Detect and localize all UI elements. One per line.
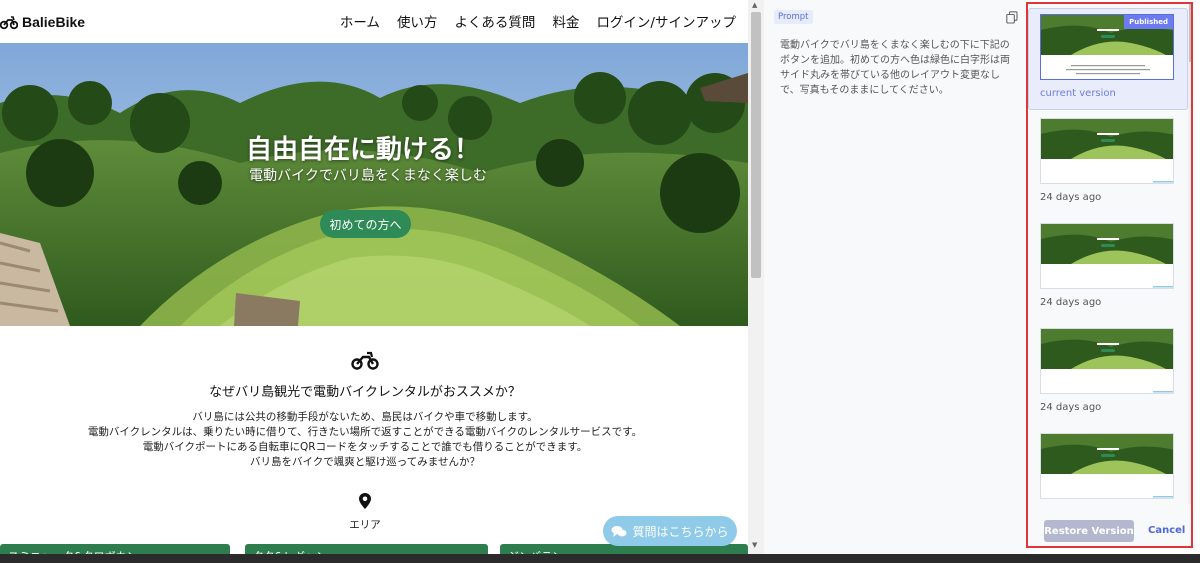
chat-bubble-icon (611, 525, 627, 537)
version-history-panel: Published current version 24 days ago 24… (1026, 2, 1193, 548)
copy-icon[interactable] (1006, 11, 1018, 24)
brand[interactable]: BalieBike (0, 14, 85, 30)
thumbnail-preview-image (1041, 224, 1173, 288)
version-label: 24 days ago (1040, 192, 1102, 203)
section-body: バリ島には公共の移動手段がないため、島民はバイクや車で移動します。 電動バイクレ… (0, 410, 730, 470)
map-pin-icon (359, 493, 371, 509)
taskbar-strip (0, 554, 1200, 563)
first-time-button[interactable]: 初めての方へ (320, 210, 411, 238)
motorbike-icon (0, 15, 18, 29)
cancel-button[interactable]: Cancel (1148, 525, 1185, 536)
nav-faq[interactable]: よくある質問 (454, 11, 535, 31)
hero-subtitle: 電動バイクでバリ島をくまなく楽しむ (249, 168, 487, 184)
version-thumbnail[interactable]: Published (1040, 14, 1174, 80)
prompt-panel: Prompt 電動バイクでバリ島をくまなく楽しむの下に下記のボタンを追加。初めて… (764, 0, 1027, 563)
version-thumbnail[interactable] (1040, 118, 1174, 184)
version-label: current version (1040, 88, 1116, 99)
version-thumbnail[interactable] (1040, 433, 1174, 499)
brand-name: BalieBike (22, 13, 86, 30)
version-thumbnail[interactable] (1040, 328, 1174, 394)
nav-home[interactable]: ホーム (340, 11, 380, 31)
prompt-chip: Prompt (774, 10, 813, 24)
version-scrollbar[interactable] (1188, 4, 1191, 504)
scroll-down-icon[interactable]: ▼ (752, 541, 757, 549)
section-body-line: バリ島をバイクで颯爽と駆け巡ってみませんか？ (250, 456, 480, 468)
version-thumbnail[interactable] (1040, 223, 1174, 289)
prompt-text: 電動バイクでバリ島をくまなく楽しむの下に下記のボタンを追加。初めての方へ色は緑色… (780, 40, 1010, 96)
version-scroll-thumb[interactable] (1189, 4, 1191, 62)
restore-version-button[interactable]: Restore Version (1044, 520, 1134, 542)
section-body-line: 電動バイクレンタルは、乗りたい時に借りて、行きたい場所で返すことができる電動バイ… (87, 426, 643, 438)
chat-button[interactable]: 質問はこちらから (603, 516, 737, 546)
version-label: 24 days ago (1040, 402, 1102, 413)
published-badge: Published (1124, 15, 1173, 29)
nav-links: ホーム 使い方 よくある質問 料金 ログイン/サインアップ (340, 11, 736, 31)
preview-scrollbar[interactable]: ▲ ▼ (748, 0, 764, 563)
thumbnail-preview-image (1041, 329, 1173, 393)
section-body-line: 電動バイクポートにある自転車にQRコードをタッチすることで誰でも借りることができ… (142, 441, 588, 453)
section-body-line: バリ島には公共の移動手段がないため、島民はバイクや車で移動します。 (192, 411, 538, 423)
chat-button-label: 質問はこちらから (632, 524, 729, 539)
hero: 自由自在に動ける！ 電動バイクでバリ島をくまなく楽しむ 初めての方へ (0, 43, 748, 326)
thumbnail-preview-image (1041, 434, 1173, 498)
preview-scroll-thumb[interactable] (751, 12, 761, 278)
app-root: BalieBike ホーム 使い方 よくある質問 料金 ログイン/サインアップ (0, 0, 1200, 563)
site-navbar: BalieBike ホーム 使い方 よくある質問 料金 ログイン/サインアップ (0, 0, 748, 43)
hero-title: 自由自在に動ける！ (245, 135, 480, 165)
nav-how-to[interactable]: 使い方 (397, 11, 438, 31)
thumbnail-preview-image (1041, 119, 1173, 183)
motorbike-icon (351, 351, 379, 370)
nav-pricing[interactable]: 料金 (552, 11, 579, 31)
scroll-up-icon[interactable]: ▲ (752, 1, 757, 9)
section-title: なぜバリ島観光で電動バイクレンタルがおススメか？ (209, 385, 521, 400)
nav-login[interactable]: ログイン/サインアップ (596, 11, 736, 31)
site-preview: BalieBike ホーム 使い方 よくある質問 料金 ログイン/サインアップ (0, 0, 748, 563)
version-label: 24 days ago (1040, 297, 1102, 308)
